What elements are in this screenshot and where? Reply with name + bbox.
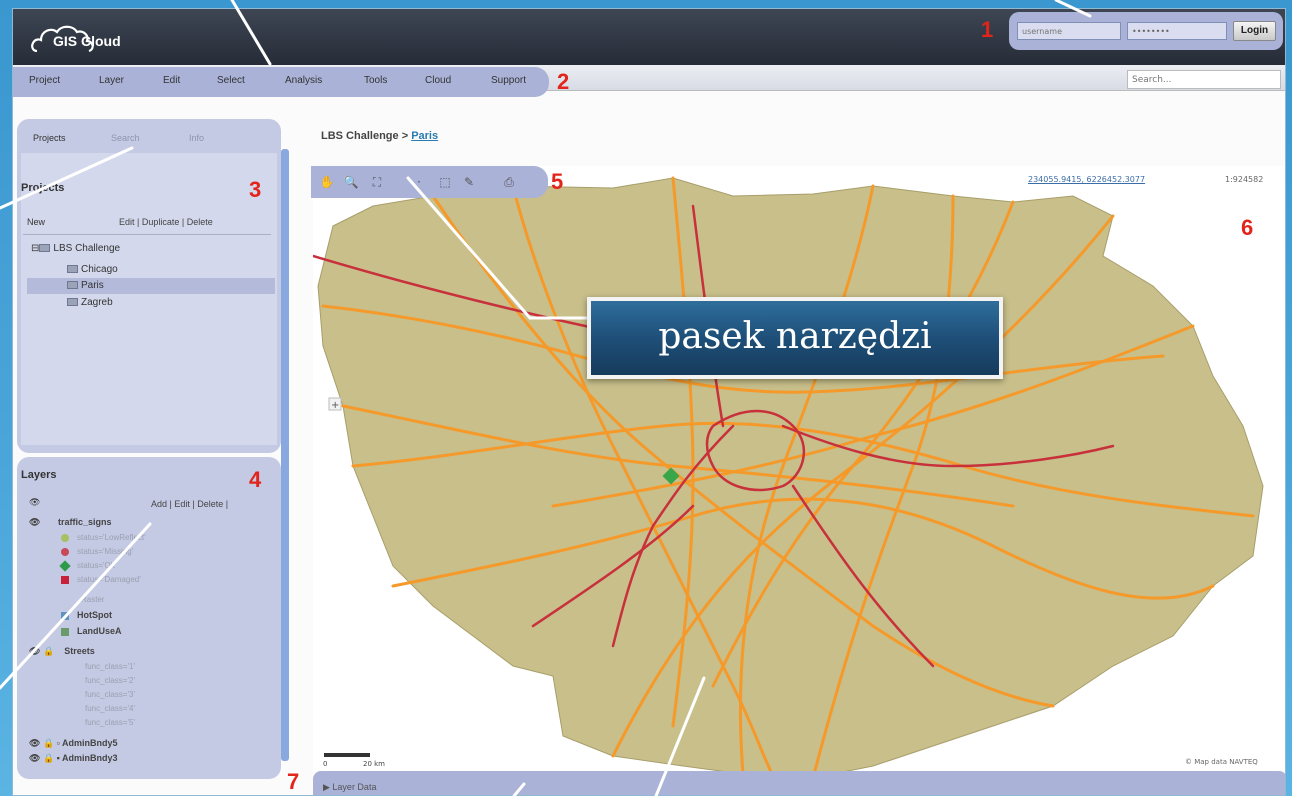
toolbar-callout: pasek narzędzi: [587, 297, 1003, 379]
annotation-lines: [0, 0, 1092, 796]
